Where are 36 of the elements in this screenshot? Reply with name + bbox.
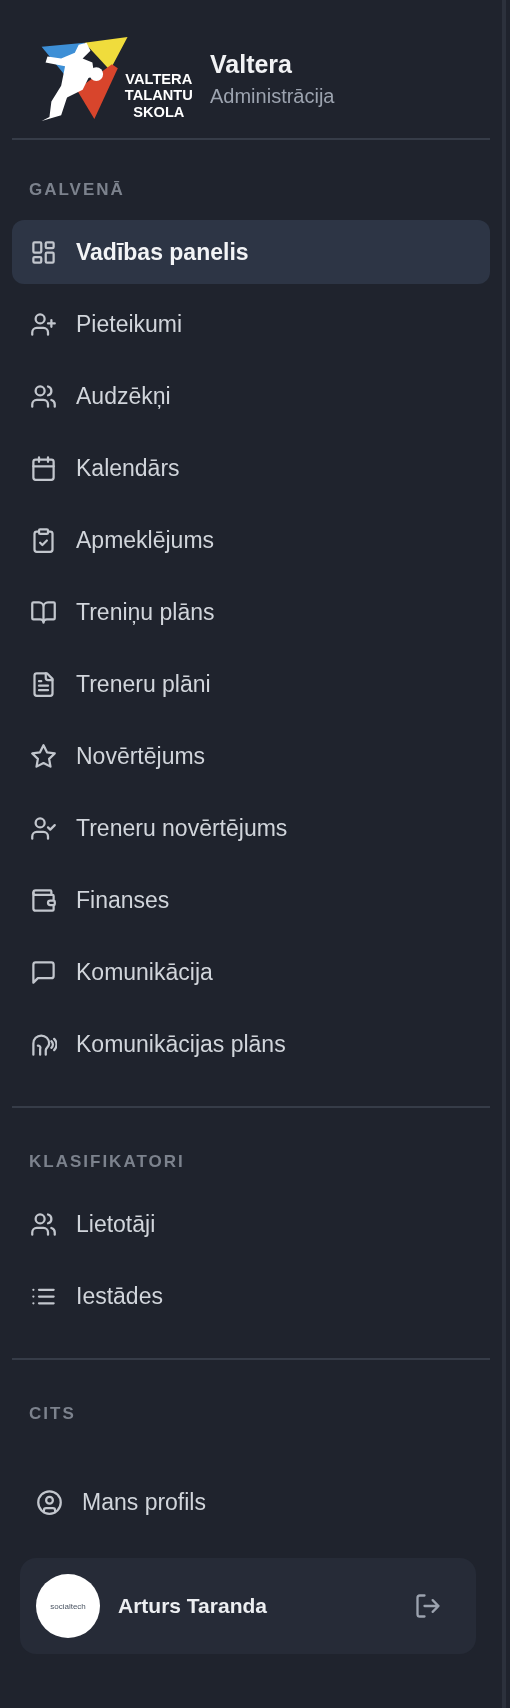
section-heading: KLASIFIKATORI (28, 1152, 186, 1172)
nav-item[interactable]: Audzēkņi (12, 364, 490, 428)
clipboard-check-icon (30, 526, 57, 554)
nav-item[interactable]: Vadības panelis (12, 220, 490, 284)
logo: VALTERA TALANTU SKOLA (26, 35, 192, 123)
book-icon (30, 598, 57, 626)
app-subtitle: Administrācija (210, 85, 335, 108)
grid-icon (30, 238, 57, 266)
nav-item[interactable]: Apmeklējums (12, 508, 490, 572)
nav-item[interactable]: Lietotāji (12, 1192, 490, 1256)
users-icon (30, 382, 57, 410)
wallet-icon (30, 886, 57, 914)
nav-item[interactable]: Treneru novērtējums (12, 796, 490, 860)
section-heading: GALVENĀ (28, 180, 126, 200)
nav-item[interactable]: Komunikācijas plāns (12, 1012, 490, 1076)
user-plus-icon (30, 310, 57, 338)
nav-item[interactable]: Mans profils (12, 1470, 490, 1534)
star-icon (30, 742, 57, 770)
nav-item[interactable]: Treneru plāni (12, 652, 490, 716)
app-title: Valtera (210, 50, 293, 79)
nav-item[interactable]: Komunikācija (12, 940, 490, 1004)
users-icon (30, 1210, 57, 1238)
nav-item[interactable]: Pieteikumi (12, 292, 490, 356)
nav-item[interactable]: Finanses (12, 868, 490, 932)
user-circle-icon (36, 1488, 63, 1516)
calendar-icon (30, 454, 57, 482)
nav-item[interactable]: Novērtējums (12, 724, 490, 788)
user-name: Arturs Taranda (118, 1594, 268, 1618)
chat-bubble-icon (30, 958, 57, 986)
section-heading: CITS (28, 1404, 77, 1424)
document-icon (30, 670, 57, 698)
nav-item[interactable]: Kalendārs (12, 436, 490, 500)
nav-item[interactable]: Iestādes (12, 1264, 490, 1328)
nav-item[interactable]: Treniņu plāns (12, 580, 490, 644)
avatar-logo-text: socialtech (50, 1601, 86, 1611)
user-check-icon (30, 814, 57, 842)
